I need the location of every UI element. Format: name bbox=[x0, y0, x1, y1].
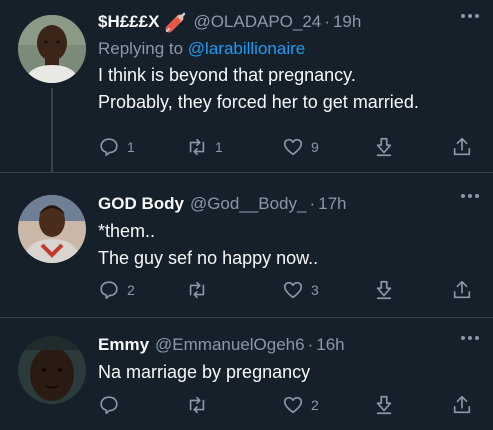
heart-icon bbox=[283, 396, 303, 414]
action-bar: 2 bbox=[98, 392, 473, 418]
replying-mention-link[interactable]: @larabillionaire bbox=[188, 39, 305, 58]
tweet-text-line: The guy sef no happy now.. bbox=[98, 248, 319, 268]
display-name[interactable]: $H£££X bbox=[98, 12, 159, 32]
avatar[interactable] bbox=[18, 15, 86, 83]
action-bar: 1 1 9 bbox=[98, 134, 473, 160]
share-icon bbox=[453, 137, 471, 156]
replying-prefix: Replying to bbox=[98, 39, 184, 58]
avatar[interactable] bbox=[18, 195, 86, 263]
timestamp[interactable]: 16h bbox=[316, 335, 344, 355]
tweet-text-line: Na marriage by pregnancy bbox=[98, 362, 311, 382]
retweet-icon bbox=[189, 138, 205, 156]
tweet-text-line: *them.. bbox=[98, 221, 156, 241]
separator-dot: · bbox=[324, 12, 330, 31]
separator-dot: · bbox=[309, 194, 316, 213]
reply-button[interactable]: 2 bbox=[98, 277, 135, 303]
tweet-text-line: I think is beyond that pregnancy. bbox=[98, 65, 356, 85]
more-options-icon[interactable] bbox=[459, 192, 481, 200]
download-button[interactable] bbox=[373, 277, 395, 303]
like-button[interactable]: 9 bbox=[282, 134, 319, 160]
reply-button[interactable]: 1 bbox=[98, 134, 135, 160]
like-count: 2 bbox=[311, 397, 319, 413]
retweet-button[interactable] bbox=[186, 277, 215, 303]
tweet-oladapo[interactable]: $H£££X @OLADAPO_24 · 19h Replying to @la… bbox=[0, 0, 493, 172]
reply-icon bbox=[100, 281, 118, 300]
thread-line bbox=[51, 88, 53, 172]
action-bar: 2 3 bbox=[98, 277, 473, 303]
more-options-icon[interactable] bbox=[459, 334, 481, 342]
reply-count: 2 bbox=[127, 282, 135, 298]
replying-to: Replying to @larabillionaire bbox=[98, 36, 479, 62]
download-icon bbox=[376, 137, 392, 157]
download-button[interactable] bbox=[373, 134, 395, 160]
display-name[interactable]: Emmy bbox=[98, 335, 149, 355]
reply-icon bbox=[100, 396, 118, 415]
tweet-header: GOD Body @God__Body_ · 17h bbox=[98, 190, 479, 218]
retweet-icon bbox=[189, 281, 205, 299]
share-button[interactable] bbox=[451, 134, 473, 160]
avatar[interactable] bbox=[18, 336, 86, 404]
tweet-content: Emmy @EmmanuelOgeh6 · 16h Na marriage by… bbox=[98, 331, 479, 386]
download-button[interactable] bbox=[373, 392, 395, 418]
retweet-button[interactable]: 1 bbox=[186, 134, 223, 160]
tweet-content: $H£££X @OLADAPO_24 · 19h Replying to @la… bbox=[98, 8, 479, 116]
retweet-button[interactable] bbox=[186, 392, 215, 418]
timestamp[interactable]: 19h bbox=[333, 12, 361, 32]
share-icon bbox=[453, 280, 471, 299]
heart-icon bbox=[283, 138, 303, 156]
reply-count: 1 bbox=[127, 139, 135, 155]
tweet-text-line: Probably, they forced her to get married… bbox=[98, 92, 419, 112]
display-name[interactable]: GOD Body bbox=[98, 194, 184, 214]
retweet-icon bbox=[189, 396, 205, 414]
timestamp[interactable]: 17h bbox=[318, 194, 346, 214]
like-count: 9 bbox=[311, 139, 319, 155]
tweet-content: GOD Body @God__Body_ · 17h *them.. The g… bbox=[98, 190, 479, 272]
more-options-icon[interactable] bbox=[459, 12, 481, 20]
download-icon bbox=[376, 395, 392, 415]
tweet-godbody[interactable]: GOD Body @God__Body_ · 17h *them.. The g… bbox=[0, 172, 493, 318]
handle[interactable]: @EmmanuelOgeh6 bbox=[155, 335, 305, 355]
like-button[interactable]: 3 bbox=[282, 277, 319, 303]
separator-dot: · bbox=[307, 335, 314, 354]
reply-icon bbox=[100, 138, 118, 157]
like-count: 3 bbox=[311, 282, 319, 298]
like-button[interactable]: 2 bbox=[282, 392, 319, 418]
share-button[interactable] bbox=[451, 277, 473, 303]
heart-icon bbox=[283, 281, 303, 299]
tweet-header: $H£££X @OLADAPO_24 · 19h bbox=[98, 8, 479, 36]
reply-button[interactable] bbox=[98, 392, 127, 418]
syringe-emoji-icon bbox=[165, 11, 187, 33]
handle[interactable]: @God__Body_ bbox=[190, 194, 307, 214]
tweet-emmy[interactable]: Emmy @EmmanuelOgeh6 · 16h Na marriage by… bbox=[0, 317, 493, 430]
retweet-count: 1 bbox=[215, 139, 223, 155]
share-button[interactable] bbox=[451, 392, 473, 418]
handle[interactable]: @OLADAPO_24 bbox=[193, 12, 321, 32]
download-icon bbox=[376, 280, 392, 300]
tweet-header: Emmy @EmmanuelOgeh6 · 16h bbox=[98, 331, 479, 359]
share-icon bbox=[453, 395, 471, 414]
